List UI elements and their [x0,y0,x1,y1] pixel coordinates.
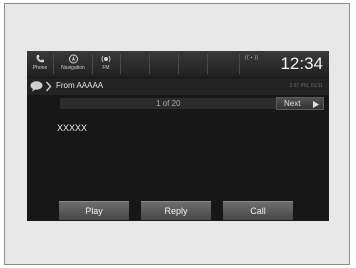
fm-label: FM [102,65,110,71]
clock: 12:34 [280,54,323,73]
play-arrow-icon [313,101,319,108]
phone-icon [36,55,44,63]
message-timestamp: 2:37 PM, 01/11 [289,83,323,89]
message-bubble-icon [30,81,43,92]
message-header: From AAAAA 2:37 PM, 01/11 [27,78,329,95]
navigation-label: Navigation [61,65,85,71]
divider [120,54,121,74]
divider [53,54,54,74]
fm-shortcut[interactable]: FM [96,51,116,77]
page-indicator: 1 of 20 [156,99,181,108]
page-indicator-bar: 1 of 20 [60,98,296,109]
navigation-shortcut[interactable]: Navigation [58,51,88,77]
infotainment-screen: Phone Navigation FM (( ▪ )) 12:34 From A… [27,51,329,221]
call-button[interactable]: Call [223,201,293,220]
chevron-right-icon [45,81,52,92]
divider [239,54,240,74]
play-button[interactable]: Play [59,201,129,220]
divider [149,54,150,74]
divider [92,54,93,74]
fm-icon [101,55,111,63]
next-button[interactable]: Next [276,97,324,110]
message-sender: From AAAAA [56,81,104,90]
status-bar: Phone Navigation FM (( ▪ )) 12:34 [27,51,329,77]
phone-shortcut[interactable]: Phone [30,51,50,77]
navigation-icon [68,54,78,64]
message-body: XXXXX [57,123,88,133]
divider [207,54,208,74]
phone-label: Phone [32,65,48,71]
reply-button[interactable]: Reply [141,201,211,220]
status-indicators: (( ▪ )) [245,55,259,61]
divider [178,54,179,74]
next-label: Next [284,99,301,108]
